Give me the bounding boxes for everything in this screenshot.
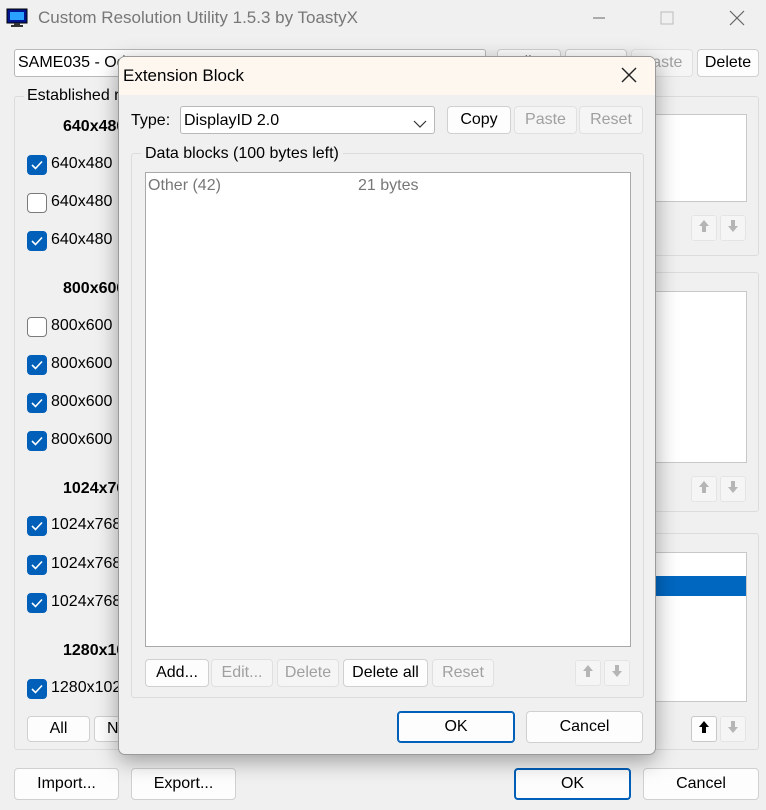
arrow-up-icon	[698, 480, 710, 499]
ok-button[interactable]: OK	[514, 768, 631, 800]
group-heading: 640x480	[63, 118, 126, 135]
export-button[interactable]: Export...	[131, 768, 236, 800]
type-select[interactable]: DisplayID 2.0	[180, 106, 435, 134]
edit-button[interactable]: Edit...	[211, 659, 273, 687]
right-list-2[interactable]	[640, 291, 747, 463]
monitor-select-value: SAME035 - Od	[18, 54, 126, 71]
checkbox-label: 800x600	[51, 431, 113, 448]
established-label: Established r	[24, 87, 123, 105]
list-item[interactable]: Other (42) 21 bytes	[146, 175, 630, 197]
checkbox-label: 800x600	[51, 393, 113, 410]
move-up-button[interactable]	[691, 716, 717, 742]
arrow-down-icon	[727, 480, 739, 499]
monitor-icon	[6, 8, 28, 28]
move-down-button[interactable]	[720, 215, 746, 241]
checkbox-640x480-3[interactable]	[27, 231, 47, 251]
data-blocks-label: Data blocks (100 bytes left)	[141, 145, 343, 163]
checkbox-label: 1024x768	[51, 555, 122, 572]
reset-button[interactable]: Reset	[579, 106, 643, 134]
move-down-button[interactable]	[720, 716, 746, 742]
arrow-up-icon	[698, 219, 710, 238]
dialog-title-bar: Extension Block	[119, 57, 655, 95]
arrow-up-icon	[698, 720, 710, 739]
delete-button[interactable]: Delete	[277, 659, 339, 687]
checkbox-label: 640x480	[51, 231, 113, 248]
close-icon[interactable]	[722, 6, 752, 30]
dialog-close-icon[interactable]	[617, 64, 643, 88]
checkbox-label: 1024x768	[51, 593, 122, 610]
group-heading: 800x600	[63, 280, 126, 297]
delete-all-button[interactable]: Delete all	[343, 659, 428, 687]
arrow-down-icon	[727, 219, 739, 238]
type-label: Type:	[131, 112, 171, 129]
checkbox-label: 640x480	[51, 193, 113, 210]
checkbox-800x600-3[interactable]	[27, 393, 47, 413]
copy-button[interactable]: Copy	[447, 106, 511, 134]
group-heading: 1280x10	[63, 642, 126, 659]
checkbox-label: 800x600	[51, 355, 113, 372]
maximize-icon[interactable]	[652, 8, 682, 28]
chevron-down-icon	[413, 116, 427, 128]
checkbox-label: 640x480	[51, 155, 113, 172]
arrow-down-icon	[611, 664, 623, 683]
right-list-3[interactable]	[640, 552, 747, 702]
cancel-button[interactable]: Cancel	[643, 768, 759, 800]
import-button[interactable]: Import...	[14, 768, 119, 800]
arrow-down-icon	[727, 720, 739, 739]
checkbox-label: 1024x768	[51, 516, 122, 533]
data-block-size: 21 bytes	[358, 177, 419, 194]
group-heading: 1024x76	[63, 480, 126, 497]
data-blocks-list[interactable]: Other (42) 21 bytes	[145, 172, 631, 647]
dialog-title: Extension Block	[123, 66, 244, 85]
checkbox-1280x1024-1[interactable]	[27, 679, 47, 699]
minimize-icon[interactable]	[584, 8, 614, 28]
checkbox-800x600-1[interactable]	[27, 317, 47, 337]
delete-monitor-button[interactable]: Delete	[697, 49, 759, 77]
data-block-name: Other (42)	[148, 177, 221, 194]
move-up-button[interactable]	[691, 215, 717, 241]
extension-block-dialog: Extension Block Type: DisplayID 2.0 Copy…	[118, 56, 656, 755]
checkbox-640x480-1[interactable]	[27, 155, 47, 175]
move-down-button[interactable]	[604, 660, 630, 686]
type-select-value: DisplayID 2.0	[184, 112, 280, 129]
checkbox-label: 1280x102	[51, 679, 122, 696]
reset-blocks-button[interactable]: Reset	[432, 659, 494, 687]
title-bar: Custom Resolution Utility 1.5.3 by Toast…	[0, 0, 766, 38]
all-button[interactable]: All	[27, 716, 90, 742]
move-up-button[interactable]	[575, 660, 601, 686]
dialog-cancel-button[interactable]: Cancel	[526, 711, 643, 743]
dialog-ok-button[interactable]: OK	[397, 711, 515, 743]
checkbox-label: 800x600	[51, 317, 113, 334]
right-list-1[interactable]	[640, 114, 747, 202]
checkbox-640x480-2[interactable]	[27, 193, 47, 213]
move-down-button[interactable]	[720, 476, 746, 502]
move-up-button[interactable]	[691, 476, 717, 502]
arrow-up-icon	[582, 664, 594, 683]
checkbox-800x600-4[interactable]	[27, 431, 47, 451]
selected-row[interactable]	[641, 576, 746, 596]
checkbox-1024x768-2[interactable]	[27, 555, 47, 575]
checkbox-800x600-2[interactable]	[27, 355, 47, 375]
checkbox-1024x768-1[interactable]	[27, 516, 47, 536]
paste-button[interactable]: Paste	[514, 106, 577, 134]
checkbox-1024x768-3[interactable]	[27, 593, 47, 613]
add-button[interactable]: Add...	[145, 659, 209, 687]
window-title: Custom Resolution Utility 1.5.3 by Toast…	[38, 8, 358, 27]
